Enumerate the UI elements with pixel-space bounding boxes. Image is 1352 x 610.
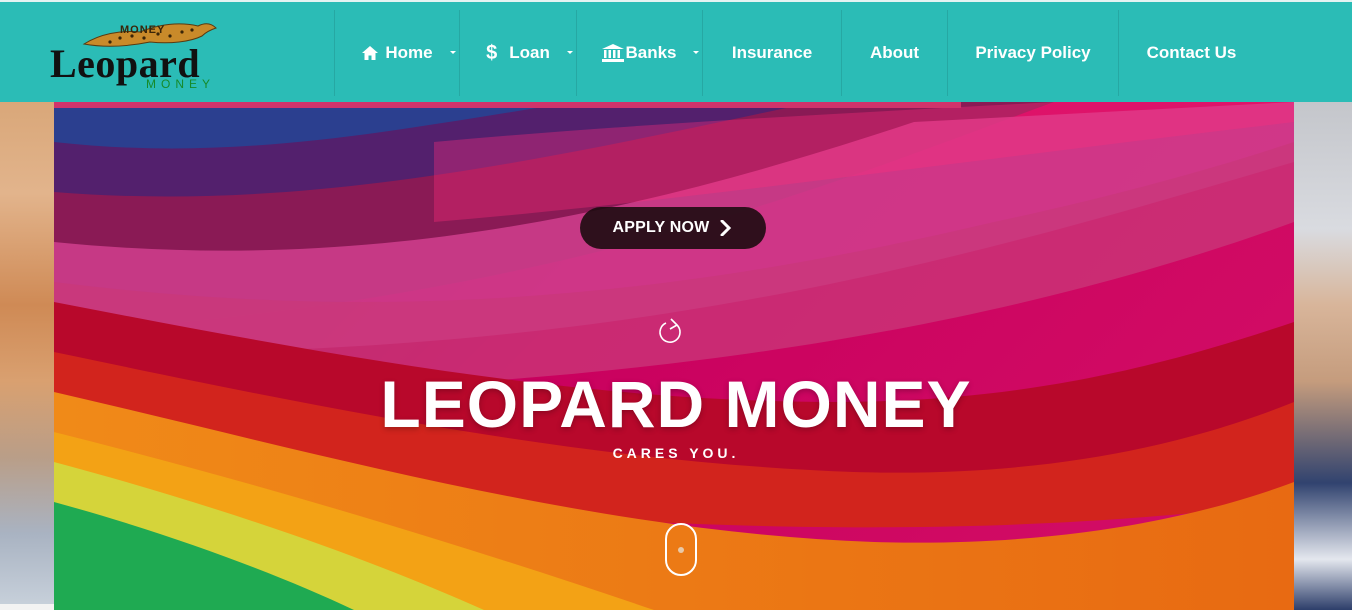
- nav-label-about: About: [869, 43, 920, 62]
- home-icon: [361, 45, 379, 61]
- nav-label-loan: Loan: [509, 43, 550, 62]
- scroll-wheel-dot: [678, 547, 684, 553]
- dollar-icon: $: [486, 41, 498, 64]
- nav-item-insurance[interactable]: Insurance: [702, 10, 841, 96]
- next-slide-preview: [1294, 102, 1352, 610]
- apply-now-button[interactable]: APPLY NOW: [580, 207, 766, 249]
- nav-item-loan[interactable]: $ Loan: [459, 10, 576, 96]
- nav-item-privacy-policy[interactable]: Privacy Policy: [947, 10, 1118, 96]
- bank-icon: [602, 44, 625, 62]
- slide-progress-bar: [54, 102, 961, 108]
- chevron-right-icon: [720, 220, 732, 236]
- dropdown-caret-icon: [567, 51, 573, 54]
- site-header: MONEY Leopard MONEY Home $ Loan Banks In…: [0, 0, 1352, 102]
- nav-label-contact-us: Contact Us: [1146, 43, 1237, 62]
- logo-subtext: MONEY: [146, 77, 216, 91]
- site-logo[interactable]: MONEY Leopard MONEY: [46, 14, 241, 94]
- dropdown-caret-icon: [693, 51, 699, 54]
- scroll-mouse-icon[interactable]: [665, 523, 697, 576]
- nav-item-banks[interactable]: Banks: [576, 10, 702, 96]
- previous-slide-preview: [0, 102, 54, 610]
- nav-label-home: Home: [385, 43, 433, 62]
- hero-title: LEOPARD MONEY: [380, 367, 972, 441]
- refresh-icon[interactable]: [656, 317, 686, 347]
- main-navigation: Home $ Loan Banks Insurance About Privac…: [334, 10, 1264, 96]
- nav-item-contact-us[interactable]: Contact Us: [1118, 10, 1264, 96]
- nav-item-about[interactable]: About: [841, 10, 947, 96]
- nav-item-home[interactable]: Home: [334, 10, 459, 96]
- apply-now-label: APPLY NOW: [612, 219, 710, 236]
- nav-label-privacy-policy: Privacy Policy: [975, 43, 1091, 62]
- nav-label-insurance: Insurance: [731, 43, 813, 62]
- nav-label-banks: Banks: [625, 43, 677, 62]
- logo-badge: MONEY: [120, 24, 166, 36]
- dropdown-caret-icon: [450, 51, 456, 54]
- hero-subtitle: CARES YOU.: [612, 445, 740, 461]
